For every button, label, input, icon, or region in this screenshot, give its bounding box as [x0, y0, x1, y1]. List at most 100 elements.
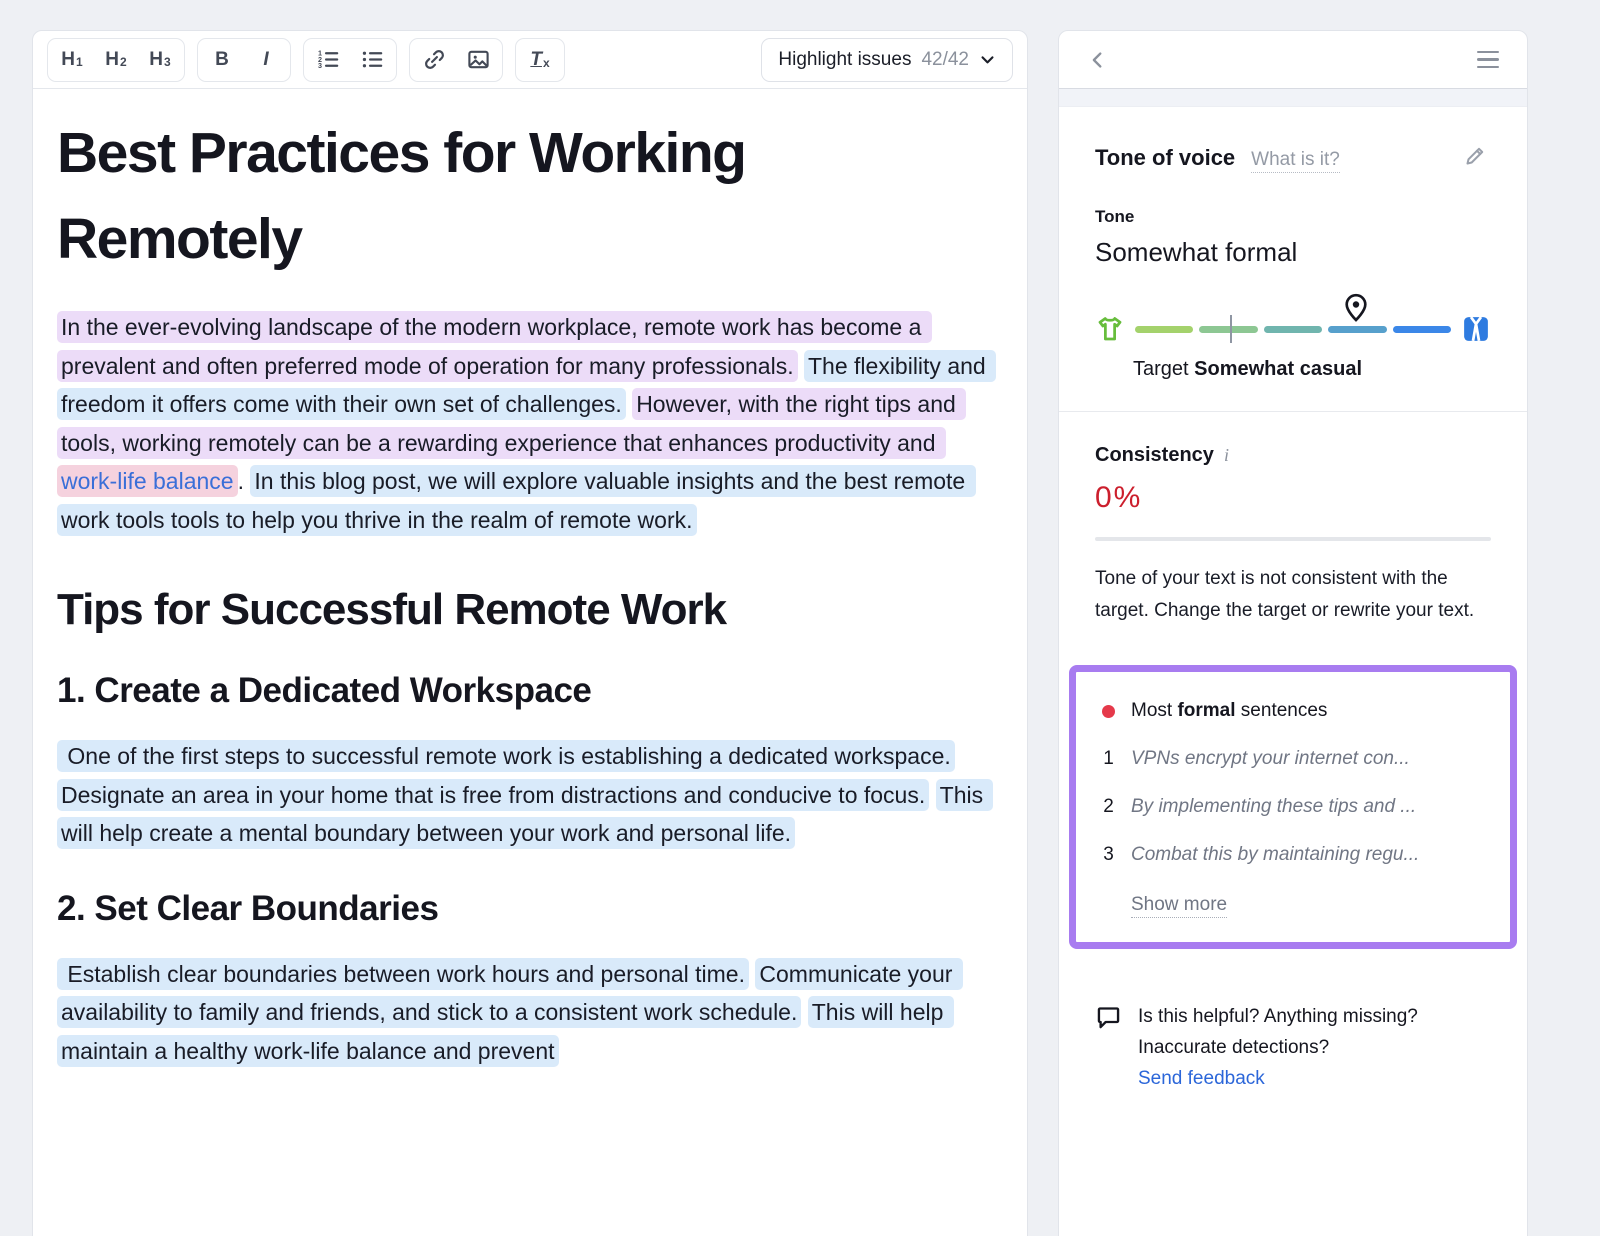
- target-value: Somewhat casual: [1194, 358, 1362, 380]
- most-formal-sentences-box: Most formal sentences 1 VPNs encrypt your…: [1069, 665, 1517, 949]
- bullet-list-button[interactable]: [350, 41, 394, 79]
- send-feedback-link[interactable]: Send feedback: [1138, 1068, 1265, 1089]
- consistency-header: Consistency i: [1095, 444, 1491, 467]
- consistency-description: Tone of your text is not consistent with…: [1095, 563, 1491, 627]
- subsection-heading-boundaries[interactable]: 2. Set Clear Boundaries: [57, 889, 1001, 929]
- casual-tshirt-icon: [1095, 314, 1125, 344]
- highlight-issues-dropdown[interactable]: Highlight issues 42/42: [761, 38, 1013, 82]
- formal-sentences-title: Most formal sentences: [1131, 700, 1327, 722]
- tone-target-tick: [1230, 315, 1232, 343]
- tone-slider-track[interactable]: [1135, 326, 1451, 333]
- bullet-list-icon: [361, 48, 384, 71]
- consistency-progress-bar: [1095, 537, 1491, 541]
- feedback-line-2: Inaccurate detections?: [1138, 1032, 1418, 1063]
- ordered-list-button[interactable]: 1 2 3: [306, 41, 350, 79]
- highlight-issues-label: Highlight issues: [778, 49, 911, 71]
- formal-sentence-item[interactable]: 3 Combat this by maintaining regu...: [1102, 844, 1484, 866]
- back-button[interactable]: [1083, 45, 1113, 75]
- location-pin-icon: [1343, 293, 1370, 324]
- section-heading-tips[interactable]: Tips for Successful Remote Work: [57, 585, 1001, 635]
- editor-toolbar: H1 H2 H3 B I 1 2 3: [33, 31, 1027, 89]
- bold-icon: B: [215, 49, 229, 71]
- h2-button[interactable]: H2: [94, 41, 138, 79]
- panel-scroll-band: [1059, 89, 1527, 107]
- sentence-number: 2: [1102, 796, 1115, 818]
- link-button[interactable]: [412, 41, 456, 79]
- feedback-texts: Is this helpful? Anything missing? Inacc…: [1138, 1001, 1418, 1094]
- formal-sentences-header: Most formal sentences: [1102, 700, 1484, 722]
- document-editor[interactable]: Best Practices for Working Remotely In t…: [33, 89, 1027, 1070]
- red-dot-icon: [1102, 705, 1115, 718]
- paragraph-intro[interactable]: In the ever-evolving landscape of the mo…: [57, 308, 1001, 539]
- heading-buttons-group: H1 H2 H3: [47, 38, 185, 82]
- feedback-line-1: Is this helpful? Anything missing?: [1138, 1001, 1418, 1032]
- pencil-icon: [1463, 144, 1487, 168]
- info-icon[interactable]: i: [1224, 445, 1229, 466]
- tone-of-voice-header: Tone of voice What is it?: [1095, 137, 1491, 173]
- document-title[interactable]: Best Practices for Working Remotely: [57, 111, 797, 282]
- tone-slider-segment[interactable]: [1393, 326, 1451, 333]
- formal-sentence-item[interactable]: 1 VPNs encrypt your internet con...: [1102, 748, 1484, 770]
- italic-icon: I: [263, 49, 268, 71]
- clear-formatting-icon: T: [530, 49, 542, 71]
- tone-slider: [1095, 314, 1491, 344]
- plain-text: .: [238, 468, 251, 494]
- tone-label: Tone: [1095, 207, 1491, 227]
- list-buttons-group: 1 2 3: [303, 38, 397, 82]
- target-label: Target: [1133, 358, 1189, 380]
- tone-slider-segment[interactable]: [1264, 326, 1322, 333]
- paragraph-workspace[interactable]: One of the first steps to successful rem…: [57, 737, 1001, 853]
- chevron-down-icon: [979, 51, 996, 68]
- highlight-issues-count: 42/42: [921, 49, 969, 71]
- sentence-preview: Combat this by maintaining regu...: [1131, 844, 1419, 866]
- highlighted-sentence: Designate an area in your home that is f…: [57, 779, 929, 811]
- italic-button[interactable]: I: [244, 41, 288, 79]
- feedback-section: Is this helpful? Anything missing? Inacc…: [1095, 1001, 1491, 1094]
- consistency-value: 0%: [1095, 481, 1491, 515]
- formal-sentence-item[interactable]: 2 By implementing these tips and ...: [1102, 796, 1484, 818]
- show-more-link[interactable]: Show more: [1131, 894, 1227, 918]
- paragraph-boundaries[interactable]: Establish clear boundaries between work …: [57, 955, 1001, 1071]
- highlighted-sentence: One of the first steps to successful rem…: [57, 740, 955, 772]
- image-button[interactable]: [456, 41, 500, 79]
- ordered-list-icon: 1 2 3: [317, 48, 340, 71]
- h3-button[interactable]: H3: [138, 41, 182, 79]
- subsection-heading-workspace[interactable]: 1. Create a Dedicated Workspace: [57, 671, 1001, 711]
- app-background: H1 H2 H3 B I 1 2 3: [0, 0, 1600, 1236]
- hamburger-icon: [1477, 51, 1499, 54]
- back-chevron-icon: [1087, 49, 1109, 71]
- plain-text: [801, 999, 807, 1025]
- clear-formatting-button[interactable]: Tx: [518, 41, 562, 79]
- text-style-group: B I: [197, 38, 291, 82]
- sentence-number: 1: [1102, 748, 1115, 770]
- menu-button[interactable]: [1473, 47, 1503, 73]
- tone-of-voice-panel: Tone of voice What is it? Tone Somewhat …: [1058, 30, 1528, 1236]
- tone-of-voice-title: Tone of voice: [1095, 145, 1235, 171]
- insert-buttons-group: [409, 38, 503, 82]
- bold-button[interactable]: B: [200, 41, 244, 79]
- tone-slider-segment[interactable]: [1135, 326, 1193, 333]
- tone-value: Somewhat formal: [1095, 237, 1491, 268]
- consistency-title: Consistency: [1095, 444, 1214, 467]
- tone-target: Target Somewhat casual: [1133, 358, 1491, 381]
- plain-text: [955, 743, 961, 769]
- sentence-preview: By implementing these tips and ...: [1131, 796, 1416, 818]
- clear-format-group: Tx: [515, 38, 565, 82]
- link-icon: [423, 48, 446, 71]
- tone-slider-segment[interactable]: [1328, 326, 1386, 333]
- image-icon: [467, 48, 490, 71]
- formal-sentences-list: 1 VPNs encrypt your internet con... 2 By im…: [1102, 748, 1484, 866]
- h1-button[interactable]: H1: [50, 41, 94, 79]
- speech-bubble-icon: [1095, 1004, 1122, 1031]
- sentence-number: 3: [1102, 844, 1115, 866]
- keyword-work-life-balance[interactable]: work-life balance: [57, 465, 238, 497]
- panel-content: Tone of voice What is it? Tone Somewhat …: [1059, 107, 1527, 1094]
- edit-tone-button[interactable]: [1459, 140, 1491, 172]
- editor-card: H1 H2 H3 B I 1 2 3: [32, 30, 1028, 1236]
- tone-slider-segment[interactable]: [1199, 326, 1257, 333]
- highlighted-sentence: Establish clear boundaries between work …: [57, 958, 749, 990]
- sentence-preview: VPNs encrypt your internet con...: [1131, 748, 1410, 770]
- what-is-it-link[interactable]: What is it?: [1251, 149, 1340, 173]
- tone-marker-pin[interactable]: [1343, 293, 1370, 324]
- plain-text: [929, 782, 935, 808]
